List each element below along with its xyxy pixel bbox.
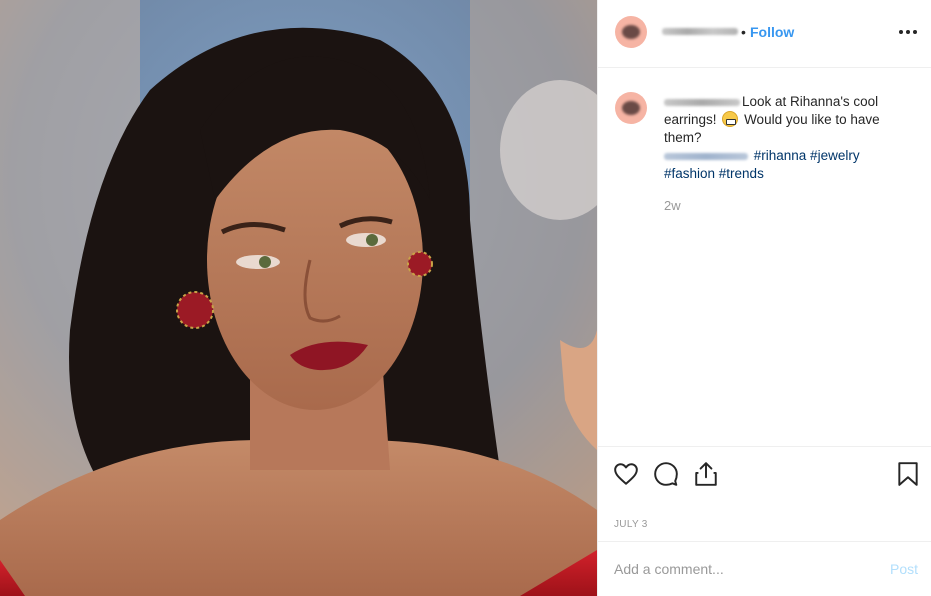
comment-bubble-icon[interactable]: [653, 461, 679, 487]
follow-button[interactable]: Follow: [750, 24, 794, 40]
post-comment-button[interactable]: Post: [890, 561, 918, 577]
share-icon[interactable]: [693, 461, 719, 487]
caption-block: Look at Rihanna's cool earrings! Would y…: [598, 68, 931, 446]
post-date[interactable]: JULY 3: [614, 519, 648, 530]
post-timestamp[interactable]: 2w: [664, 198, 681, 213]
post-side-panel: • Follow Look at Rihanna's cool earrings…: [597, 0, 931, 596]
bookmark-icon[interactable]: [895, 461, 921, 487]
hashtags-line1[interactable]: #rihanna #jewelry: [754, 148, 860, 163]
mention-blurred[interactable]: [664, 152, 748, 160]
caption-text: Look at Rihanna's cool earrings! Would y…: [664, 93, 904, 183]
post-photo[interactable]: [0, 0, 597, 596]
caption-avatar[interactable]: [615, 92, 647, 124]
caption-username-blurred[interactable]: [664, 98, 740, 106]
heart-icon[interactable]: [613, 461, 639, 487]
username-blurred[interactable]: [662, 28, 738, 35]
action-bar: [598, 446, 931, 498]
more-options-icon[interactable]: [896, 20, 920, 44]
grimacing-emoji-icon: [722, 111, 739, 127]
avatar[interactable]: [615, 16, 647, 48]
post-header: • Follow: [598, 0, 931, 68]
comment-input[interactable]: [614, 558, 864, 580]
hashtags-line2[interactable]: #fashion #trends: [664, 166, 764, 181]
post-photo-illustration: [0, 0, 597, 596]
separator-dot: •: [741, 24, 746, 40]
comment-bar: Post: [598, 541, 931, 596]
